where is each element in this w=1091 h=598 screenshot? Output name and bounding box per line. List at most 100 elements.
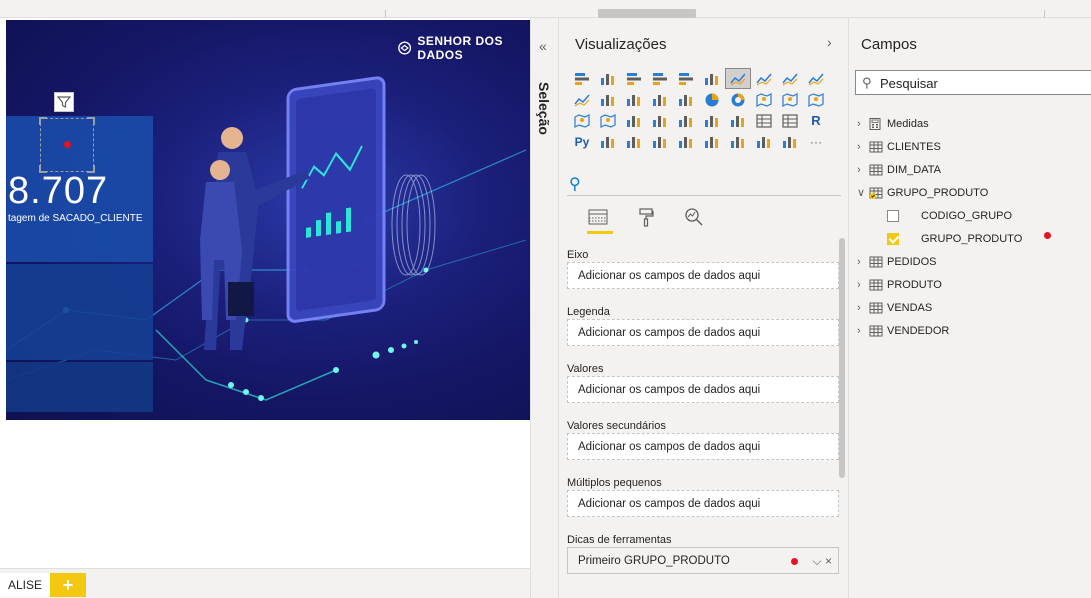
field-table-node[interactable]: › PRODUTO (857, 273, 1087, 296)
r-visual-icon[interactable]: R (803, 110, 829, 131)
field-checkbox[interactable] (887, 209, 899, 222)
brand-name: SENHOR DOS DADOS (417, 34, 503, 62)
ellipsis-icon[interactable]: ··· (803, 131, 829, 152)
resize-handle[interactable] (39, 117, 47, 125)
stacked-area-icon[interactable] (777, 68, 803, 89)
scatter-icon[interactable] (673, 89, 699, 110)
stacked-column-icon[interactable] (595, 68, 621, 89)
donut-chart-icon[interactable] (725, 89, 751, 110)
waterfall-icon[interactable] (621, 89, 647, 110)
treemap-icon[interactable] (751, 89, 777, 110)
pie-chart-icon[interactable] (699, 89, 725, 110)
table-icon[interactable] (751, 110, 777, 131)
search-icon[interactable]: ⚲ (569, 174, 581, 194)
dropdown-remove-icon[interactable]: ⌵ × (813, 548, 832, 574)
field-column-node[interactable]: CODIGO_GRUPO (857, 204, 1087, 227)
field-table-node[interactable]: › Medidas (857, 112, 1087, 135)
fields-tab-icon[interactable] (585, 204, 611, 230)
chevron-right-icon[interactable]: › (857, 302, 869, 314)
field-table-node[interactable]: › PEDIDOS (857, 250, 1087, 273)
report-canvas[interactable]: SENHOR DOS DADOS 8.707 tagem de SACADO_C… (0, 18, 530, 568)
area-chart-icon[interactable] (751, 68, 777, 89)
fields-search-input[interactable]: ⚲ Pesquisar (855, 70, 1091, 95)
table-name: VENDEDOR (887, 324, 950, 337)
selection-pane-label[interactable]: Seleção (536, 82, 552, 135)
brand-logo: SENHOR DOS DADOS (398, 34, 530, 62)
filled-map-icon[interactable] (803, 89, 829, 110)
matrix-icon[interactable] (777, 110, 803, 131)
chevron-right-icon[interactable]: › (827, 34, 832, 50)
format-paint-roller-icon[interactable] (633, 204, 659, 230)
table-name: Medidas (887, 117, 929, 130)
horizontal-scroll-thumb[interactable] (598, 9, 696, 18)
resize-handle[interactable] (87, 117, 95, 125)
pane-scrollbar[interactable] (839, 238, 845, 478)
smart-narrative-icon[interactable] (673, 131, 699, 152)
chevron-right-icon[interactable]: › (857, 256, 869, 268)
map-icon[interactable] (777, 89, 803, 110)
fields-tree: › Medidas › CLIENTES › DIM_DATA ∨ GRUPO_PRODUTO… (857, 112, 1087, 342)
chevron-right-icon[interactable]: › (857, 325, 869, 337)
well-drop-zone[interactable]: Adicionar os campos de dados aqui (567, 433, 839, 460)
chevron-down-icon[interactable]: ∨ (857, 186, 869, 199)
clustered-bar-icon[interactable] (621, 68, 647, 89)
card-icon[interactable] (647, 110, 673, 131)
stacked-bar-icon[interactable] (569, 68, 595, 89)
power-apps-icon[interactable] (725, 131, 751, 152)
resize-handle[interactable] (39, 165, 47, 173)
clustered-column-icon[interactable] (647, 68, 673, 89)
table-name: PEDIDOS (887, 255, 937, 268)
shape-map-icon[interactable] (569, 110, 595, 131)
field-table-node[interactable]: ∨ GRUPO_PRODUTO (857, 181, 1087, 204)
qa-icon[interactable] (647, 131, 673, 152)
field-table-node[interactable]: › DIM_DATA (857, 158, 1087, 181)
chevron-right-icon[interactable]: › (857, 118, 869, 130)
funnel-icon[interactable] (647, 89, 673, 110)
100-column-icon[interactable] (699, 68, 725, 89)
line-clustered-icon[interactable] (569, 89, 595, 110)
add-page-button[interactable]: + (50, 573, 86, 597)
paginated-report-icon[interactable] (699, 131, 725, 152)
well-field-pill[interactable]: Primeiro GRUPO_PRODUTO ⌵ × (567, 547, 839, 574)
more-visuals-icon[interactable] (777, 131, 803, 152)
slicer-icon[interactable] (725, 110, 751, 131)
field-checkbox[interactable] (887, 232, 899, 245)
fields-pane: Campos ⚲ Pesquisar › Medidas › CLIENTES › DIM… (848, 18, 1091, 598)
analytics-magnifier-icon[interactable] (681, 204, 707, 230)
page-tab-analise[interactable]: ALISE (0, 573, 51, 597)
filter-icon[interactable] (54, 92, 74, 112)
field-table-node[interactable]: › CLIENTES (857, 135, 1087, 158)
multi-row-card-icon[interactable] (673, 110, 699, 131)
selection-pane-collapsed[interactable]: « Seleção (530, 18, 558, 598)
well-label: Valores (567, 363, 604, 375)
field-column-node[interactable]: GRUPO_PRODUTO (857, 227, 1087, 250)
kpi-icon[interactable] (699, 110, 725, 131)
python-visual-icon[interactable]: Py (569, 131, 595, 152)
line-column-icon[interactable] (803, 68, 829, 89)
well-drop-zone[interactable]: Adicionar os campos de dados aqui (567, 319, 839, 346)
azure-map-icon[interactable] (595, 110, 621, 131)
100-bar-icon[interactable] (673, 68, 699, 89)
selected-visual[interactable] (39, 117, 95, 173)
resize-handle[interactable] (87, 165, 95, 173)
decomposition-tree-icon[interactable] (621, 131, 647, 152)
chevron-right-icon[interactable]: › (857, 141, 869, 153)
visual-type-gallery: R Py ··· (569, 68, 839, 152)
table-icon (869, 302, 883, 314)
visualizations-title: Visualizações (575, 36, 667, 53)
well-drop-zone[interactable]: Adicionar os campos de dados aqui (567, 490, 839, 517)
line-chart-icon[interactable] (725, 68, 751, 89)
page-tabs-bar: ALISE + (0, 568, 530, 598)
power-automate-icon[interactable] (751, 131, 777, 152)
collapse-left-icon[interactable]: « (539, 38, 547, 54)
gauge-icon[interactable] (621, 110, 647, 131)
chevron-right-icon[interactable]: › (857, 279, 869, 291)
ribbon-chart-icon[interactable] (595, 89, 621, 110)
key-influencers-icon[interactable] (595, 131, 621, 152)
well-drop-zone[interactable]: Adicionar os campos de dados aqui (567, 376, 839, 403)
field-table-node[interactable]: › VENDAS (857, 296, 1087, 319)
well-drop-zone[interactable]: Adicionar os campos de dados aqui (567, 262, 839, 289)
chevron-right-icon[interactable]: › (857, 164, 869, 176)
field-table-node[interactable]: › VENDEDOR (857, 319, 1087, 342)
report-page[interactable]: SENHOR DOS DADOS 8.707 tagem de SACADO_C… (6, 20, 530, 420)
